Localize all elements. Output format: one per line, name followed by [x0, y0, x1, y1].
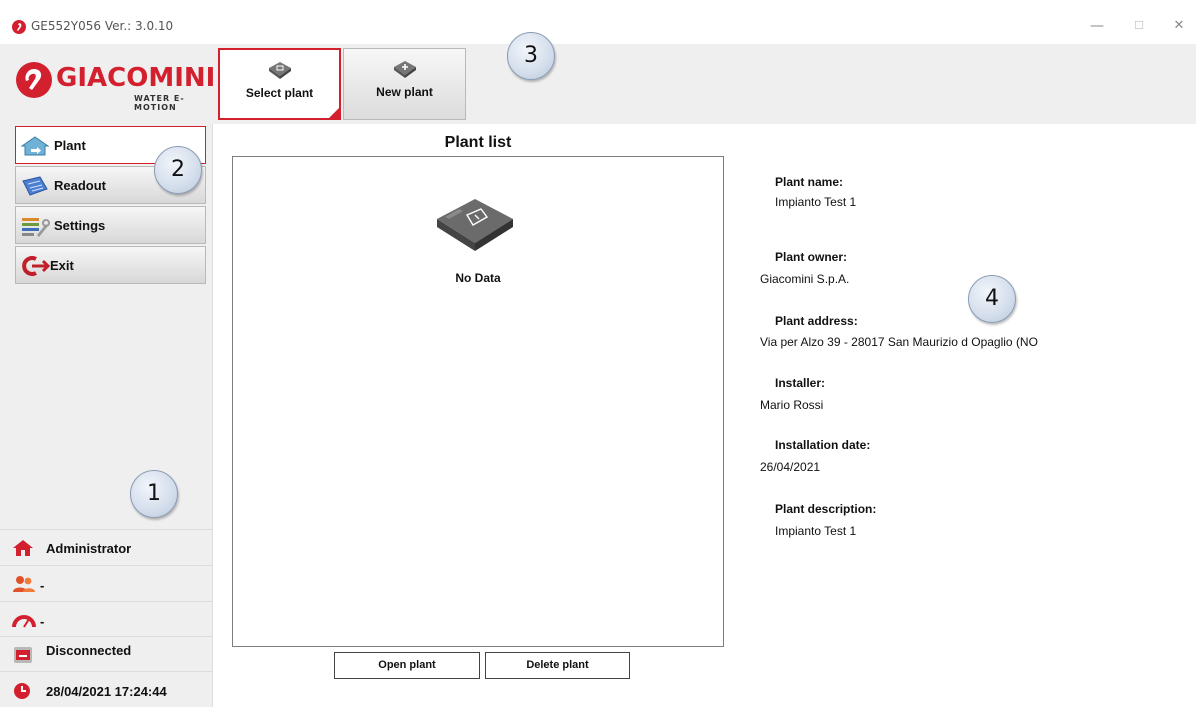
plant-name-value: Impianto Test 1	[775, 195, 857, 209]
installation-date-label: Installation date:	[775, 438, 871, 452]
disconnected-device-icon	[12, 645, 34, 670]
open-plant-button[interactable]: Open plant	[334, 652, 480, 679]
meter-value: -	[40, 614, 45, 629]
active-tab-corner	[328, 107, 340, 119]
plant-name-label: Plant name:	[775, 175, 844, 189]
close-button[interactable]: ✕	[1164, 14, 1194, 38]
callout-2: 2	[154, 146, 202, 194]
title-bar: GE552Y056 Ver.: 3.0.10 — ☐ ✕	[0, 0, 1196, 44]
sidebar-item-exit[interactable]: Exit	[15, 246, 206, 284]
sidebar-item-label: Exit	[50, 258, 74, 273]
sidebar-item-label: Plant	[54, 138, 86, 153]
sidebar-item-settings[interactable]: Settings	[15, 206, 206, 244]
plant-address-value: Via per Alzo 39 - 28017 San Maurizio d O…	[760, 335, 1038, 349]
sidebar-item-label: Readout	[54, 178, 106, 193]
plant-owner-label: Plant owner:	[775, 250, 848, 264]
clock-icon	[12, 681, 32, 706]
group-value: -	[40, 578, 45, 593]
installer-value: Mario Rossi	[760, 398, 824, 412]
sidebar-item-label: Settings	[54, 218, 106, 233]
logo-wordmark: GIACOMINI	[56, 63, 216, 93]
gauge-icon	[12, 611, 36, 634]
plant-list[interactable]: No Data	[232, 156, 724, 647]
home-icon	[12, 539, 34, 562]
connection-status: Disconnected	[46, 643, 132, 658]
settings-icon	[20, 215, 50, 242]
new-folder-icon	[392, 59, 418, 84]
logo-badge-icon	[16, 62, 52, 98]
app-logo-icon	[12, 20, 26, 34]
current-datetime: 28/04/2021 17:24:44	[46, 684, 167, 699]
folder-icon	[267, 60, 293, 85]
status-user: Administrator	[0, 529, 213, 565]
user-name: Administrator	[46, 541, 132, 556]
callout-1: 1	[130, 470, 178, 518]
tab-select-plant[interactable]: Select plant	[218, 48, 341, 120]
giacomini-logo: GIACOMINI WATER E-MOTION	[16, 62, 216, 112]
no-data-text: No Data	[455, 271, 501, 285]
tab-new-plant-label: New plant	[376, 85, 433, 99]
status-connection: Disconnected	[0, 636, 213, 672]
house-icon	[20, 135, 50, 162]
maximize-button[interactable]: ☐	[1124, 14, 1154, 38]
plant-owner-value: Giacomini S.p.A.	[760, 272, 850, 286]
logo-tagline: WATER E-MOTION	[134, 94, 185, 112]
delete-plant-button[interactable]: Delete plant	[485, 652, 630, 679]
tab-select-plant-label: Select plant	[245, 86, 314, 100]
plant-description-label: Plant description:	[775, 502, 877, 516]
installer-label: Installer:	[775, 376, 826, 390]
installation-date-value: 26/04/2021	[760, 460, 821, 474]
status-group: -	[0, 565, 213, 601]
status-meter: -	[0, 601, 213, 637]
callout-4: 4	[968, 275, 1016, 323]
plant-list-title: Plant list	[444, 134, 512, 151]
minimize-button[interactable]: —	[1082, 14, 1112, 38]
tab-new-plant[interactable]: New plant	[343, 48, 466, 120]
callout-3: 3	[507, 32, 555, 80]
readout-icon	[20, 175, 50, 202]
exit-icon	[20, 255, 51, 282]
status-datetime: 28/04/2021 17:24:44	[0, 671, 213, 707]
empty-folder-icon	[433, 195, 517, 260]
plant-description-value: Impianto Test 1	[775, 524, 857, 538]
window-title: GE552Y056 Ver.: 3.0.10	[31, 19, 174, 33]
plant-address-label: Plant address:	[775, 314, 858, 328]
users-icon	[12, 575, 36, 598]
